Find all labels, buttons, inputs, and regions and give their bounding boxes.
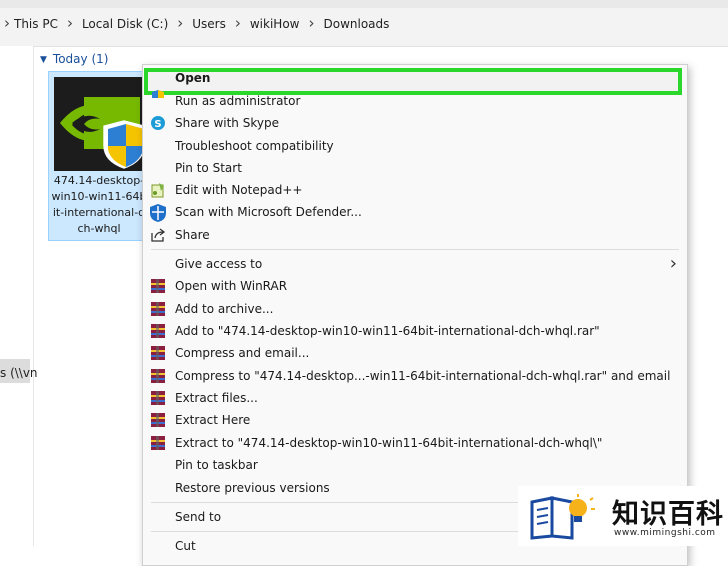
notepad-plus-plus-icon [150, 182, 166, 198]
breadcrumb: This PC Local Disk (C:) Users wikiHow Do… [0, 15, 389, 33]
nvidia-installer-icon [54, 77, 145, 171]
menu-item-add-to-named-rar[interactable]: Add to "474.14-desktop-win10-win11-64bit… [143, 320, 687, 342]
winrar-icon [150, 435, 166, 451]
breadcrumb-separator-icon[interactable] [168, 17, 192, 31]
menu-item-extract-to-folder[interactable]: Extract to "474.14-desktop-win10-win11-6… [143, 432, 687, 454]
breadcrumb-separator-icon[interactable] [299, 17, 323, 31]
chevron-down-icon: ▼ [40, 55, 47, 65]
file-item[interactable]: 474.14-desktop- win10-win11-64b it-inter… [48, 71, 150, 241]
winrar-icon [150, 368, 166, 384]
menu-item-label: Cut [175, 539, 196, 553]
menu-item-label: Extract to "474.14-desktop-win10-win11-6… [175, 436, 603, 450]
file-name: 474.14-desktop- win10-win11-64b it-inter… [49, 173, 149, 237]
breadcrumb-local-disk[interactable]: Local Disk (C:) [82, 17, 168, 31]
book-lightbulb-logo-icon [528, 492, 598, 540]
menu-item-label: Give access to [175, 257, 263, 271]
menu-item-label: Restore previous versions [175, 481, 330, 495]
menu-item-give-access-to[interactable]: Give access to › [143, 253, 687, 275]
menu-item-label: Pin to Start [175, 161, 242, 175]
group-header-label: Today (1) [52, 52, 109, 66]
menu-item-label: Scan with Microsoft Defender... [175, 205, 362, 219]
winrar-icon [150, 301, 166, 317]
menu-item-open-with-winrar[interactable]: Open with WinRAR [143, 275, 687, 297]
menu-item-label: Open with WinRAR [175, 279, 288, 293]
title-strip [0, 0, 728, 8]
file-name-line: 474.14-desktop- [53, 174, 145, 187]
winrar-icon [150, 412, 166, 428]
menu-item-pin-to-start[interactable]: Pin to Start [143, 157, 687, 179]
menu-item-label: Edit with Notepad++ [175, 183, 303, 197]
share-icon [150, 227, 166, 243]
menu-item-scan-with-defender[interactable]: Scan with Microsoft Defender... [143, 201, 687, 223]
winrar-icon [150, 323, 166, 339]
menu-item-label: Add to archive... [175, 302, 274, 316]
menu-item-compress-and-email[interactable]: Compress and email... [143, 342, 687, 364]
breadcrumb-this-pc[interactable]: This PC [14, 17, 58, 31]
watermark-url: www.mimingshi.com [614, 528, 716, 538]
uac-shield-icon [150, 90, 166, 106]
nav-item-network-location[interactable]: s (\\vn [0, 366, 38, 380]
defender-shield-icon [148, 203, 168, 223]
menu-item-share[interactable]: Share [143, 224, 687, 246]
menu-item-label: Send to [175, 510, 222, 524]
winrar-icon [150, 278, 166, 294]
menu-item-label: Add to "474.14-desktop-win10-win11-64bit… [175, 324, 600, 338]
menu-item-troubleshoot-compatibility[interactable]: Troubleshoot compatibility [143, 135, 687, 157]
breadcrumb-separator-icon[interactable] [226, 17, 250, 31]
menu-item-compress-to-rar-and-email[interactable]: Compress to "474.14-desktop...-win11-64b… [143, 365, 687, 387]
menu-item-label: Share with Skype [175, 116, 279, 130]
navigation-pane [0, 46, 34, 546]
menu-item-label: Run as administrator [175, 94, 301, 108]
menu-item-label: Extract Here [175, 413, 251, 427]
breadcrumb-separator-icon[interactable] [58, 17, 82, 31]
chevron-right-icon: › [669, 253, 677, 274]
breadcrumb-downloads[interactable]: Downloads [323, 17, 389, 31]
menu-item-label: Extract files... [175, 391, 258, 405]
file-name-line: ch-whql [77, 222, 121, 235]
menu-item-label: Compress to "474.14-desktop...-win11-64b… [175, 369, 671, 383]
menu-item-run-as-administrator[interactable]: Run as administrator [143, 90, 687, 112]
group-header-today[interactable]: ▼ Today (1) [40, 52, 108, 66]
menu-item-label: Share [175, 228, 210, 242]
skype-icon: S [150, 115, 166, 131]
menu-item-edit-with-notepad[interactable]: Edit with Notepad++ [143, 179, 687, 201]
watermark-title: 知识百科 [612, 499, 724, 530]
breadcrumb-wikihow[interactable]: wikiHow [250, 17, 300, 31]
nvidia-logo-icon [54, 77, 145, 171]
watermark-badge: 知识百科 www.mimingshi.com [518, 486, 728, 546]
menu-item-share-with-skype[interactable]: S Share with Skype [143, 112, 687, 134]
menu-item-label: Pin to taskbar [175, 458, 258, 472]
menu-item-open[interactable]: Open [143, 67, 687, 89]
winrar-icon [150, 345, 166, 361]
breadcrumb-separator-icon [0, 17, 14, 31]
breadcrumb-users[interactable]: Users [192, 17, 226, 31]
menu-item-extract-files[interactable]: Extract files... [143, 387, 687, 409]
menu-item-label: Compress and email... [175, 346, 310, 360]
menu-item-add-to-archive[interactable]: Add to archive... [143, 298, 687, 320]
svg-text:S: S [154, 119, 161, 130]
menu-item-pin-to-taskbar[interactable]: Pin to taskbar [143, 454, 687, 476]
menu-item-label: Open [175, 71, 211, 85]
menu-item-label: Troubleshoot compatibility [175, 139, 334, 153]
address-bar: This PC Local Disk (C:) Users wikiHow Do… [0, 0, 728, 47]
menu-item-extract-here[interactable]: Extract Here [143, 409, 687, 431]
file-name-line: it-international-d [52, 206, 146, 219]
winrar-icon [150, 390, 166, 406]
menu-divider [151, 249, 679, 250]
file-name-line: win10-win11-64b [51, 190, 147, 203]
